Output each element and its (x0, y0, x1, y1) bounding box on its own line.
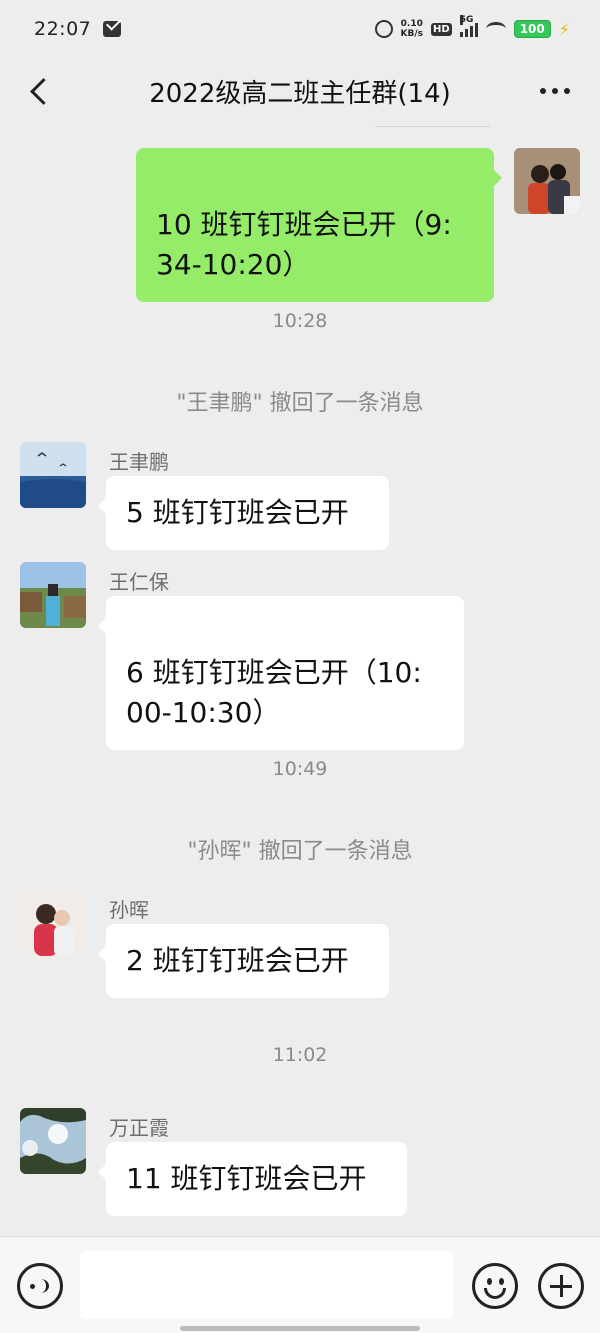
message-text: 6 班钉钉班会已开（10: 00-10:30） (126, 656, 422, 729)
recall-notice: "王聿鹏" 撤回了一条消息 (176, 391, 424, 416)
input-bar (0, 1236, 600, 1333)
avatar[interactable] (20, 562, 86, 628)
hd-icon: HD (431, 22, 452, 36)
divider (375, 126, 490, 127)
sender-name: 万正霞 (109, 1116, 169, 1140)
home-indicator[interactable] (180, 1326, 420, 1331)
timestamp: 10:49 (272, 758, 328, 780)
avatar[interactable] (20, 890, 86, 956)
signal-icon: 5G (459, 15, 478, 37)
alarm-icon (374, 20, 393, 38)
timestamp: 10:28 (272, 310, 328, 332)
sender-name: 王聿鹏 (109, 450, 169, 474)
back-icon[interactable] (26, 78, 52, 104)
incoming-message[interactable]: 6 班钉钉班会已开（10: 00-10:30） (98, 596, 464, 750)
recall-notice: "孙晖" 撤回了一条消息 (187, 839, 413, 864)
chat-title: 2022级高二班主任群(14) (149, 78, 451, 109)
more-icon[interactable] (540, 88, 570, 94)
wifi-icon (485, 22, 506, 36)
chat-header: 2022级高二班主任群(14) (0, 58, 600, 124)
charging-icon: ⚡ (558, 19, 570, 39)
message-text: 10 班钉钉班会已开（9: 34-10:20） (156, 208, 452, 281)
chat-messages[interactable]: 10 班钉钉班会已开（9: 34-10:20） 10:28 "王聿鹏" 撤回了一… (0, 124, 600, 1236)
my-avatar[interactable] (514, 148, 580, 214)
status-indicators: 0.10 KB/s HD 5G 100 ⚡ (374, 15, 570, 39)
timestamp: 11:02 (272, 1044, 328, 1066)
sender-name: 王仁保 (109, 570, 169, 594)
status-bar: 22:07 0.10 KB/s HD 5G 100 ⚡ (0, 0, 600, 58)
emoji-icon[interactable] (472, 1263, 518, 1309)
status-time: 22:07 (34, 18, 92, 40)
network-type: 5G (459, 15, 474, 25)
network-speed-unit: KB/s (400, 29, 424, 39)
network-speed: 0.10 KB/s (401, 19, 423, 39)
avatar[interactable] (20, 442, 86, 508)
incoming-message[interactable]: 2 班钉钉班会已开 (98, 924, 389, 998)
message-text: 2 班钉钉班会已开 (126, 944, 349, 977)
incoming-message[interactable]: 5 班钉钉班会已开 (98, 476, 389, 550)
incoming-message[interactable]: 11 班钉钉班会已开 (98, 1142, 407, 1216)
voice-icon[interactable] (17, 1263, 63, 1309)
avatar[interactable] (20, 1108, 86, 1174)
message-input[interactable] (80, 1251, 453, 1319)
outgoing-message[interactable]: 10 班钉钉班会已开（9: 34-10:20） (136, 148, 502, 302)
plus-icon[interactable] (538, 1263, 584, 1309)
message-text: 11 班钉钉班会已开 (126, 1162, 367, 1195)
sender-name: 孙晖 (109, 898, 149, 922)
message-text: 5 班钉钉班会已开 (126, 496, 349, 529)
battery-icon: 100 (513, 20, 551, 38)
network-speed-value: 0.10 (400, 19, 423, 29)
notification-icon (103, 21, 122, 37)
